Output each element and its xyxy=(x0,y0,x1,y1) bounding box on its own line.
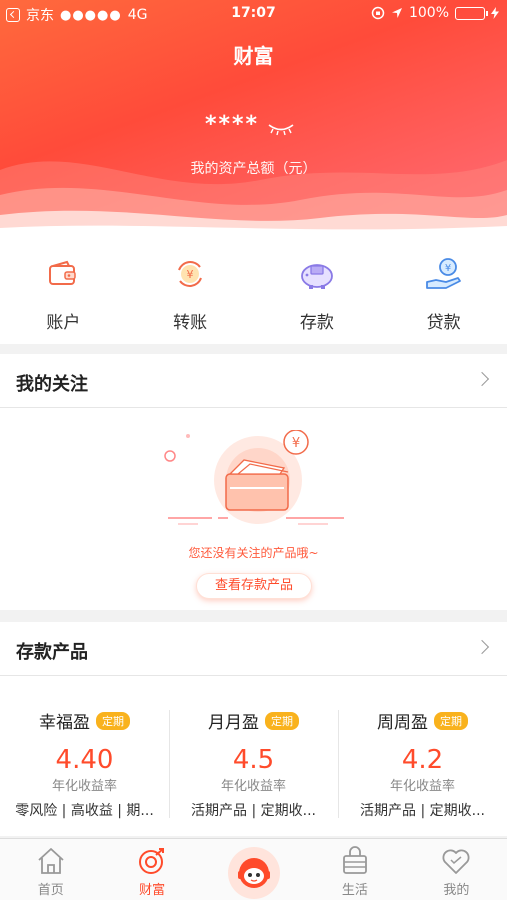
product-description: 活期产品 | 定期收... xyxy=(191,803,316,819)
piggy-bank-icon xyxy=(300,264,333,289)
quick-action-deposit[interactable]: 存款 xyxy=(254,240,381,344)
product-badge: 定期 xyxy=(265,711,299,730)
loan-hand-icon: ¥ xyxy=(425,258,461,289)
quick-actions: 账户 ¥ 转账 存款 ¥ 贷款 xyxy=(0,240,507,344)
quick-action-label: 转账 xyxy=(173,313,208,333)
eye-closed-icon[interactable] xyxy=(267,122,295,136)
deposit-product-list: 幸福盈 定期 4.40 年化收益率 零风险 | 高收益 | 期... 月月盈 定… xyxy=(0,676,507,836)
product-rate: 4.40 xyxy=(55,745,114,775)
quick-action-transfer[interactable]: ¥ 转账 xyxy=(127,240,254,344)
my-follow-empty-state: ¥ 您还没有关注的产品哦~ 查看存款产品 xyxy=(0,408,507,610)
chevron-right-icon xyxy=(474,639,490,655)
bottom-tab-bar: 首页 财富 生活 我的 xyxy=(0,838,507,900)
transfer-icon: ¥ xyxy=(178,261,203,287)
quick-action-label: 贷款 xyxy=(426,313,461,333)
total-assets-label: 我的资产总额（元） xyxy=(190,161,317,177)
tab-label: 首页 xyxy=(37,883,64,898)
deposit-products-header[interactable]: 存款产品 xyxy=(0,622,507,676)
shopping-bag-icon xyxy=(343,846,367,874)
section-title: 存款产品 xyxy=(16,642,88,663)
tab-wealth[interactable]: 财富 xyxy=(101,839,202,900)
tab-label: 我的 xyxy=(443,883,470,898)
charging-icon xyxy=(491,7,499,19)
wealth-header: 京东 ●●●●● 4G 17:07 100% 财富 **** 我的资产总额（元） xyxy=(0,0,507,240)
my-follow-header[interactable]: 我的关注 xyxy=(0,354,507,408)
header-wave-decoration xyxy=(0,160,507,240)
product-rate-label: 年化收益率 xyxy=(220,779,286,794)
product-card[interactable]: 周周盈 定期 4.2 年化收益率 活期产品 | 定期收... xyxy=(338,676,507,836)
tab-label: 财富 xyxy=(139,883,166,898)
product-badge: 定期 xyxy=(96,711,130,730)
tab-label: 生活 xyxy=(341,883,368,898)
home-icon xyxy=(38,848,64,874)
product-badge: 定期 xyxy=(434,711,468,730)
svg-text:¥: ¥ xyxy=(187,268,194,281)
product-name: 幸福盈 xyxy=(39,713,90,733)
rotation-lock-icon xyxy=(371,6,385,20)
wallet-icon xyxy=(49,260,77,285)
svg-text:¥: ¥ xyxy=(292,436,300,451)
robot-avatar-icon xyxy=(237,858,270,888)
quick-action-loan[interactable]: ¥ 贷款 xyxy=(380,240,507,344)
page-title: 财富 xyxy=(233,44,274,68)
product-rate: 4.5 xyxy=(232,745,275,775)
section-title: 我的关注 xyxy=(16,374,88,395)
empty-wallet-illustration: ¥ xyxy=(164,430,344,525)
assistant-avatar xyxy=(227,847,280,899)
total-assets-amount: **** xyxy=(205,112,260,137)
location-icon xyxy=(391,8,402,18)
heart-icon xyxy=(442,849,470,874)
product-name: 月月盈 xyxy=(208,713,259,733)
chevron-right-icon xyxy=(474,371,490,387)
product-description: 活期产品 | 定期收... xyxy=(360,803,485,819)
view-deposit-products-button[interactable]: 查看存款产品 xyxy=(196,573,312,599)
wealth-icon xyxy=(139,848,165,874)
tab-home[interactable]: 首页 xyxy=(0,839,101,900)
quick-action-account[interactable]: 账户 xyxy=(0,240,127,344)
empty-state-text: 您还没有关注的产品哦~ xyxy=(188,546,319,560)
battery-percent: 100% xyxy=(408,5,449,21)
svg-text:¥: ¥ xyxy=(444,263,450,274)
tab-life[interactable]: 生活 xyxy=(304,839,405,900)
status-bar: 京东 ●●●●● 4G 17:07 100% xyxy=(0,0,507,28)
quick-action-label: 账户 xyxy=(46,313,81,333)
battery-icon xyxy=(455,6,488,20)
product-name: 周周盈 xyxy=(377,713,428,733)
wealth-page: 京东 ●●●●● 4G 17:07 100% 财富 **** 我的资产总额（元） xyxy=(0,0,507,900)
product-rate: 4.2 xyxy=(401,745,444,775)
product-card[interactable]: 幸福盈 定期 4.40 年化收益率 零风险 | 高收益 | 期... xyxy=(0,676,169,836)
product-rate-label: 年化收益率 xyxy=(389,779,455,794)
tab-mine[interactable]: 我的 xyxy=(406,839,507,900)
product-description: 零风险 | 高收益 | 期... xyxy=(15,803,154,819)
product-card[interactable]: 月月盈 定期 4.5 年化收益率 活期产品 | 定期收... xyxy=(169,676,338,836)
quick-action-label: 存款 xyxy=(299,313,334,333)
tab-assistant[interactable] xyxy=(203,839,304,900)
product-rate-label: 年化收益率 xyxy=(51,779,117,794)
